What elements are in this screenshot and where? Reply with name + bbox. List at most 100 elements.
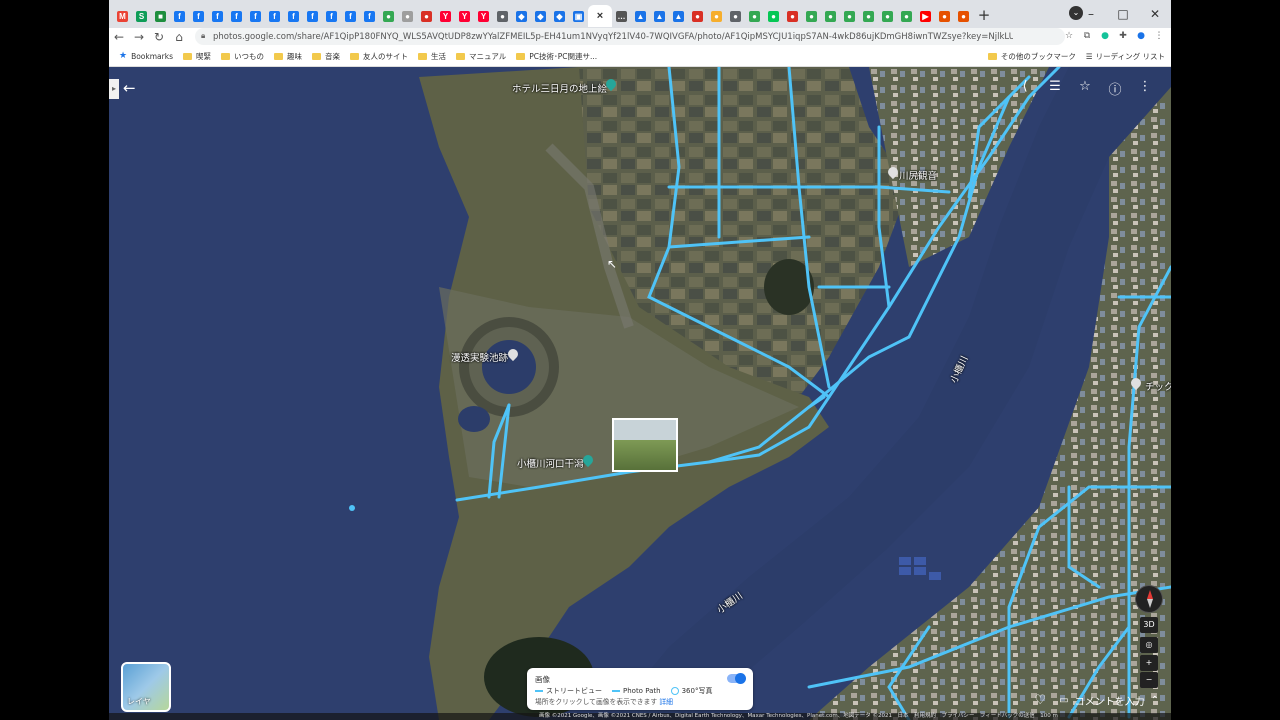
satellite-map[interactable]: ▸ ← ⟨ ☰ ☆ ⓘ ⋮ ホテル三日月の地上絵 川尻観音 漫透実験池跡 小櫃川… — [109, 67, 1171, 720]
menu-icon[interactable]: ⋮ — [1153, 30, 1165, 42]
browser-tab[interactable]: … — [612, 5, 631, 27]
other-bookmarks[interactable]: その他のブックマーク — [987, 51, 1076, 62]
browser-tab[interactable]: ● — [398, 5, 417, 27]
browser-tab[interactable]: ● — [840, 5, 859, 27]
browser-tab[interactable]: ● — [707, 5, 726, 27]
reading-list[interactable]: ☰ リーディング リスト — [1086, 51, 1165, 62]
bookmark-item[interactable]: 音楽 — [311, 51, 340, 62]
forward-icon[interactable]: → — [129, 30, 149, 44]
toggle-3d-button[interactable]: 3D — [1140, 617, 1158, 633]
browser-tab[interactable]: f — [284, 5, 303, 27]
browser-tab[interactable]: f — [303, 5, 322, 27]
browser-tab[interactable]: f — [208, 5, 227, 27]
more-menu-icon[interactable]: ⋮ — [1137, 79, 1153, 98]
browser-tab[interactable]: ● — [802, 5, 821, 27]
chevron-up-icon[interactable]: ⌃ — [1151, 695, 1159, 706]
bookmark-item[interactable]: マニュアル — [455, 51, 506, 62]
bookmark-item[interactable]: 喫緊 — [182, 51, 211, 62]
bookmark-item[interactable]: 生活 — [417, 51, 446, 62]
close-window-button[interactable]: ✕ — [1139, 4, 1171, 24]
browser-tab[interactable]: ◆ — [550, 5, 569, 27]
home-icon[interactable]: ⌂ — [169, 30, 189, 44]
bookmark-item[interactable]: ★ Bookmarks — [119, 51, 173, 62]
map-label-estuary[interactable]: 小櫃川河口干潟 — [517, 456, 584, 470]
bookmark-star-icon[interactable]: ☆ — [1063, 30, 1075, 42]
browser-tab[interactable]: ▣ — [569, 5, 588, 27]
browser-tab[interactable]: × — [588, 5, 612, 27]
map-label-experiment-pond[interactable]: 漫透実験池跡 — [451, 350, 508, 364]
browser-tab[interactable]: ● — [379, 5, 398, 27]
favorite-star-icon[interactable]: ☆ — [1077, 79, 1093, 98]
map-label-hotel[interactable]: ホテル三日月の地上絵 — [512, 81, 607, 95]
new-tab-button[interactable]: + — [973, 6, 995, 24]
browser-tab[interactable]: ● — [897, 5, 916, 27]
browser-tab[interactable]: ▲ — [669, 5, 688, 27]
browser-tab[interactable]: ● — [821, 5, 840, 27]
browser-tab[interactable]: ◆ — [512, 5, 531, 27]
facebook-icon: f — [212, 10, 223, 22]
browser-tab[interactable]: ● — [417, 5, 436, 27]
browser-tab[interactable]: ▶ — [916, 5, 935, 27]
zoom-in-button[interactable]: + — [1140, 655, 1158, 671]
map-label-right-edge[interactable]: チック — [1145, 379, 1171, 393]
avatar[interactable]: ● — [1135, 30, 1147, 42]
lock-icon[interactable]: 🔒︎ — [201, 31, 205, 41]
close-icon[interactable]: × — [595, 10, 606, 22]
grammarly-icon[interactable]: ● — [1099, 30, 1111, 42]
browser-tab[interactable]: ■ — [151, 5, 170, 27]
browser-tab[interactable]: ● — [859, 5, 878, 27]
browser-tab[interactable]: ● — [878, 5, 897, 27]
zoom-out-button[interactable]: − — [1140, 672, 1158, 688]
imagery-toggle[interactable] — [727, 673, 746, 684]
share-icon[interactable]: ⟨ — [1017, 79, 1033, 98]
side-panel-toggle[interactable]: ▸ — [109, 79, 119, 99]
bookmark-item[interactable]: いつもの — [220, 51, 264, 62]
browser-tab[interactable]: f — [189, 5, 208, 27]
browser-tab[interactable]: M — [113, 5, 132, 27]
my-location-icon[interactable]: ◎ — [1140, 637, 1158, 653]
browser-tab[interactable]: ● — [935, 5, 954, 27]
browser-tab[interactable]: ● — [783, 5, 802, 27]
browser-tab[interactable]: ◆ — [531, 5, 550, 27]
back-arrow-icon[interactable]: ← — [123, 79, 136, 97]
extension-icon[interactable]: ⧉ — [1081, 30, 1093, 42]
browser-tab[interactable]: f — [227, 5, 246, 27]
browser-tab[interactable]: S — [132, 5, 151, 27]
browser-tab[interactable]: f — [265, 5, 284, 27]
layer-switcher[interactable]: レイヤ — [121, 662, 171, 712]
bookmark-item[interactable]: 友人のサイト — [349, 51, 408, 62]
browser-tab[interactable]: ● — [954, 5, 973, 27]
browser-tab[interactable]: ● — [745, 5, 764, 27]
maximize-button[interactable]: □ — [1107, 4, 1139, 24]
map-marker-dot[interactable] — [349, 505, 355, 511]
back-icon[interactable]: ← — [109, 30, 129, 44]
minimize-button[interactable]: – — [1075, 4, 1107, 24]
photo-thumbnail[interactable] — [612, 418, 678, 472]
browser-tab[interactable]: f — [322, 5, 341, 27]
browser-tab[interactable]: f — [246, 5, 265, 27]
browser-tab[interactable]: Y — [436, 5, 455, 27]
browser-tab[interactable]: ● — [688, 5, 707, 27]
bookmark-item[interactable]: PC技術･PC関連サ... — [516, 51, 597, 62]
bookmark-item[interactable]: 趣味 — [273, 51, 302, 62]
browser-tab[interactable]: f — [360, 5, 379, 27]
address-bar[interactable]: 🔒︎ photos.google.com/share/AF1QipP180FNY… — [195, 28, 1065, 45]
browser-tab[interactable]: ● — [493, 5, 512, 27]
browser-tab[interactable]: Y — [455, 5, 474, 27]
compass-icon[interactable] — [1135, 585, 1163, 613]
puzzle-icon[interactable]: ✚ — [1117, 30, 1129, 42]
browser-tab[interactable]: ● — [764, 5, 783, 27]
map-label-kawajiri[interactable]: 川尻観音 — [899, 168, 937, 182]
heart-icon[interactable]: ♡ — [1034, 693, 1046, 708]
adjust-icon[interactable]: ☰ — [1047, 79, 1063, 98]
browser-tab[interactable]: f — [341, 5, 360, 27]
browser-tab[interactable]: f — [170, 5, 189, 27]
browser-tab[interactable]: Y — [474, 5, 493, 27]
browser-tab[interactable]: ▲ — [650, 5, 669, 27]
browser-tab[interactable]: ● — [726, 5, 745, 27]
reload-icon[interactable]: ↻ — [149, 30, 169, 44]
browser-tab[interactable]: ▲ — [631, 5, 650, 27]
info-icon[interactable]: ⓘ — [1107, 79, 1123, 98]
comment-box[interactable]: ▭ コメントを入力 ⌃ — [1059, 693, 1159, 708]
legend-details-link[interactable]: 詳細 — [659, 698, 673, 706]
